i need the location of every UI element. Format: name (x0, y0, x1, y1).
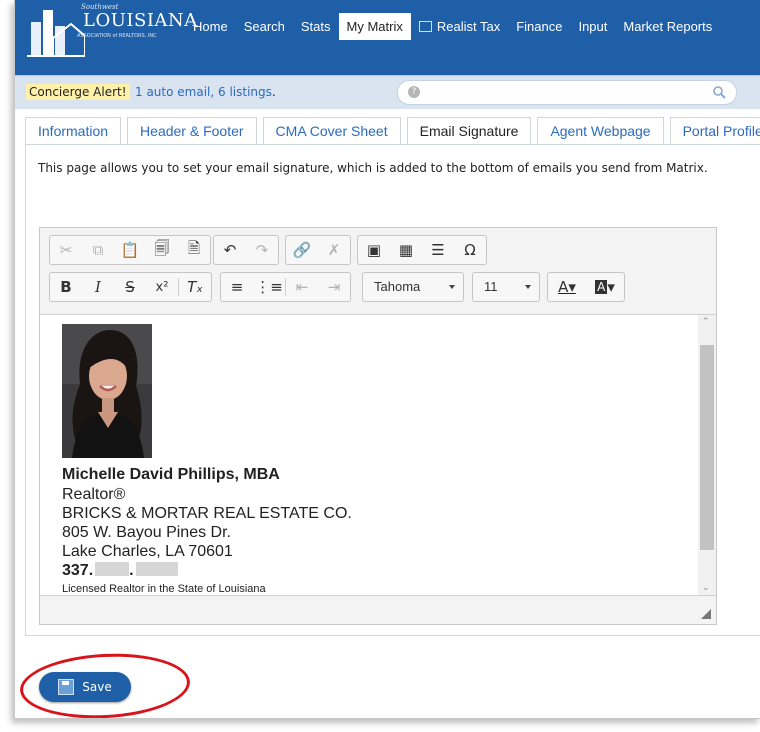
paste-icon[interactable]: 📋 (114, 236, 146, 264)
editor-scrollbar[interactable]: ⌃ ⌄ (698, 315, 716, 595)
horizontal-line-icon[interactable]: ☰ (422, 236, 454, 264)
background-color-icon[interactable]: A ▾ (586, 273, 624, 301)
nav-market-reports[interactable]: Market Reports (615, 13, 720, 40)
logo-title: LOUISIANA (83, 10, 198, 31)
tab-portal-profile[interactable]: Portal Profile (669, 117, 760, 144)
redo-icon[interactable]: ↷ (246, 236, 278, 264)
concierge-alert-badge: Concierge Alert! (26, 84, 130, 100)
redacted-digits (95, 562, 130, 576)
concierge-alert-link[interactable]: 1 auto email, 6 listings (135, 85, 272, 99)
nav-realist-tax[interactable]: Realist Tax (411, 13, 508, 40)
tab-cma-cover-sheet[interactable]: CMA Cover Sheet (262, 117, 401, 144)
insert-group: ▣ ▦ ☰ Ω (357, 235, 487, 265)
clipboard-group: ✂ ⧉ 📋 🗐 🗎 (49, 235, 211, 265)
undo-icon[interactable]: ↶ (214, 236, 246, 264)
bold-icon[interactable]: B (50, 273, 82, 301)
italic-icon[interactable]: I (82, 273, 114, 301)
nav-search[interactable]: Search (236, 13, 293, 40)
font-family-select[interactable]: Tahoma (362, 272, 464, 302)
signature-name: Michelle David Phillips, MBA (62, 466, 280, 483)
signature-title: Realtor® (62, 486, 126, 503)
scrollbar-thumb[interactable] (700, 345, 714, 550)
top-navigation: Southwest LOUISIANA ASSOCIATION of REALT… (15, 0, 760, 75)
link-group: 🔗 ✗ (285, 235, 351, 265)
nav-my-matrix[interactable]: My Matrix (338, 12, 411, 40)
font-size-value: 11 (484, 279, 498, 294)
basic-style-group: B I S x² Tₓ (49, 272, 212, 302)
superscript-icon[interactable]: x² (146, 273, 178, 301)
unlink-icon[interactable]: ✗ (318, 236, 350, 264)
remove-format-icon[interactable]: Tₓ (179, 273, 211, 301)
color-group: A▾ A ▾ (547, 272, 625, 302)
window-icon (418, 20, 432, 32)
page-description: This page allows you to set your email s… (38, 161, 708, 175)
font-family-value: Tahoma (374, 279, 421, 294)
bulleted-list-icon[interactable]: ⋮≡ (253, 273, 285, 301)
association-logo[interactable]: Southwest LOUISIANA ASSOCIATION of REALT… (25, 0, 197, 60)
signature-phone: 337.. (62, 561, 352, 581)
strikethrough-icon[interactable]: S (114, 273, 146, 301)
app-window: Southwest LOUISIANA ASSOCIATION of REALT… (14, 0, 760, 719)
special-character-icon[interactable]: Ω (454, 236, 486, 264)
nav-realist-tax-label: Realist Tax (436, 18, 501, 34)
help-icon[interactable]: ? (408, 86, 420, 98)
nav-input[interactable]: Input (570, 13, 615, 40)
table-icon[interactable]: ▦ (390, 236, 422, 264)
increase-indent-icon[interactable]: ⇥ (318, 273, 350, 301)
skyline-logo-icon (27, 10, 85, 57)
redacted-digits (135, 562, 178, 576)
phone-prefix: 337. (62, 562, 94, 579)
agent-photo (62, 324, 152, 458)
numbered-list-icon[interactable]: ≡ (221, 273, 253, 301)
paste-word-icon[interactable]: 🗎 (178, 236, 210, 264)
list-group: ≡ ⋮≡ ⇤ ⇥ (220, 272, 351, 302)
signature-edit-area[interactable]: Michelle David Phillips, MBA Realtor® BR… (40, 314, 716, 596)
decrease-indent-icon[interactable]: ⇤ (286, 273, 318, 301)
tab-content: This page allows you to set your email s… (25, 144, 760, 636)
rich-text-editor: ✂ ⧉ 📋 🗐 🗎 ↶ ↷ 🔗 ✗ ▣ ▦ ☰ Ω B I S x² Tₓ ≡ … (39, 227, 717, 625)
highlight-circle (18, 649, 192, 718)
signature-address-line2: Lake Charles, LA 70601 (62, 543, 233, 560)
chevron-down-icon (449, 285, 455, 289)
settings-tabs: Information Header & Footer CMA Cover Sh… (25, 117, 760, 144)
chevron-down-icon (525, 285, 531, 289)
link-icon[interactable]: 🔗 (286, 236, 318, 264)
logo-tagline: ASSOCIATION of REALTORS, INC (77, 33, 157, 39)
tab-email-signature[interactable]: Email Signature (406, 117, 532, 144)
resize-handle-icon[interactable] (701, 609, 711, 619)
text-color-icon[interactable]: A▾ (548, 273, 586, 301)
cut-icon[interactable]: ✂ (50, 236, 82, 264)
signature-license: Licensed Realtor in the State of Louisia… (62, 583, 266, 595)
undo-group: ↶ ↷ (213, 235, 279, 265)
signature-address-line1: 805 W. Bayou Pines Dr. (62, 524, 231, 541)
font-size-select[interactable]: 11 (472, 272, 540, 302)
scroll-up-icon[interactable]: ⌃ (702, 317, 710, 327)
alert-period: . (271, 85, 276, 99)
tab-agent-webpage[interactable]: Agent Webpage (537, 117, 664, 144)
nav-finance[interactable]: Finance (508, 13, 570, 40)
paste-text-icon[interactable]: 🗐 (146, 236, 178, 264)
tab-information[interactable]: Information (25, 117, 122, 144)
scroll-down-icon[interactable]: ⌄ (702, 583, 710, 593)
phone-separator: . (129, 562, 134, 579)
nav-stats[interactable]: Stats (293, 13, 339, 40)
nav-menu: Home Search Stats My Matrix Realist Tax … (185, 12, 720, 40)
alert-bar: Concierge Alert! 1 auto email, 6 listing… (15, 75, 760, 109)
search-input[interactable]: ? (397, 80, 737, 105)
signature-company: BRICKS & MORTAR REAL ESTATE CO. (62, 505, 352, 522)
image-icon[interactable]: ▣ (358, 236, 390, 264)
tab-header-footer[interactable]: Header & Footer (127, 117, 257, 144)
email-signature: Michelle David Phillips, MBA Realtor® BR… (62, 465, 352, 595)
nav-home[interactable]: Home (185, 13, 236, 40)
copy-icon[interactable]: ⧉ (82, 236, 114, 264)
search-icon[interactable] (712, 85, 726, 99)
